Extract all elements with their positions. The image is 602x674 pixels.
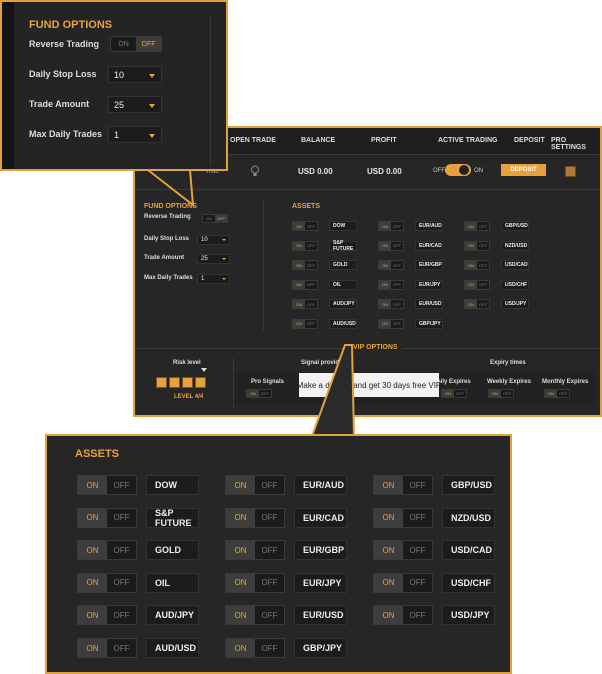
- asset-toggle-on: ON: [78, 606, 107, 625]
- chevron-down-icon: [149, 73, 155, 78]
- asset-toggle[interactable]: ON OFF: [373, 475, 433, 495]
- asset-toggle[interactable]: ON OFF: [225, 507, 285, 528]
- asset-name: EUR/GBP: [294, 540, 347, 561]
- asset-toggle-off: OFF: [113, 643, 130, 653]
- asset-toggle[interactable]: ON OFF: [225, 572, 285, 593]
- asset-toggle-off: OFF: [261, 513, 278, 523]
- asset-toggle[interactable]: ON OFF: [225, 638, 285, 658]
- reverse-trading-toggle[interactable]: ON OFF: [110, 36, 162, 52]
- asset-toggle-on: ON: [78, 541, 107, 560]
- asset-toggle-off: OFF: [409, 513, 426, 523]
- asset-toggle[interactable]: ON OFF: [225, 540, 285, 561]
- asset-toggle[interactable]: ON OFF: [77, 540, 137, 561]
- asset-name: DOW: [146, 475, 199, 495]
- asset-toggle-off: OFF: [261, 610, 278, 620]
- daily-stop-loss-select[interactable]: 10: [108, 66, 162, 83]
- asset-toggle[interactable]: ON OFF: [225, 605, 285, 626]
- asset-name: AUD/USD: [146, 638, 199, 658]
- asset-name: EUR/JPY: [294, 572, 347, 593]
- asset-toggle-on: ON: [374, 508, 403, 527]
- asset-toggle[interactable]: ON OFF: [373, 572, 433, 593]
- asset-toggle-on: ON: [226, 508, 255, 527]
- asset-toggle-on: ON: [374, 541, 403, 560]
- asset-toggle-on: ON: [374, 573, 403, 592]
- asset-toggle-off: OFF: [261, 578, 278, 588]
- asset-toggle-off: OFF: [113, 480, 130, 490]
- asset-toggle-off: OFF: [409, 480, 426, 490]
- asset-toggle[interactable]: ON OFF: [77, 638, 137, 658]
- asset-toggle-on: ON: [78, 639, 107, 657]
- asset-toggle-on: ON: [226, 639, 255, 657]
- max-daily-trades-value: 1: [114, 129, 120, 140]
- asset-toggle-on: ON: [78, 476, 107, 494]
- asset-name: GBP/USD: [442, 475, 495, 495]
- asset-name: GOLD: [146, 540, 199, 561]
- asset-toggle[interactable]: ON OFF: [225, 475, 285, 495]
- asset-toggle-off: OFF: [409, 578, 426, 588]
- asset-toggle-off: OFF: [261, 545, 278, 555]
- asset-name: EUR/USD: [294, 605, 347, 626]
- chevron-down-icon: [149, 133, 155, 138]
- asset-toggle-on: ON: [226, 541, 255, 560]
- asset-toggle-off: OFF: [113, 513, 130, 523]
- chevron-down-icon: [149, 103, 155, 108]
- fund-left-strip: [2, 2, 14, 169]
- asset-name: USD/CHF: [442, 572, 495, 593]
- fund-options-title: FUND OPTIONS: [29, 19, 113, 31]
- asset-toggle-off: OFF: [113, 578, 130, 588]
- asset-toggle[interactable]: ON OFF: [77, 605, 137, 626]
- assets-title: ASSETS: [75, 448, 120, 460]
- fund-divider: [210, 16, 211, 166]
- asset-toggle-on: ON: [78, 508, 107, 527]
- asset-toggle-on: ON: [226, 476, 255, 494]
- asset-name: USD/JPY: [442, 605, 495, 626]
- daily-stop-loss-value: 10: [114, 69, 125, 80]
- asset-toggle-on: ON: [374, 476, 403, 494]
- daily-stop-loss-label: Daily Stop Loss: [29, 69, 97, 79]
- max-daily-trades-select[interactable]: 1: [108, 126, 162, 143]
- asset-name: AUD/JPY: [146, 605, 199, 626]
- reverse-trading-off: OFF: [136, 37, 161, 51]
- fund-options-zoom: FUND OPTIONS Reverse Trading ON OFF Dail…: [0, 0, 228, 171]
- asset-name: OIL: [146, 572, 199, 593]
- asset-toggle-off: OFF: [409, 610, 426, 620]
- asset-name: GBP/JPY: [294, 638, 347, 658]
- asset-toggle[interactable]: ON OFF: [77, 475, 137, 495]
- asset-toggle[interactable]: ON OFF: [373, 540, 433, 561]
- asset-toggle-on: ON: [226, 573, 255, 592]
- asset-toggle-on: ON: [78, 573, 107, 592]
- trade-amount-label: Trade Amount: [29, 99, 90, 109]
- asset-toggle-off: OFF: [261, 643, 278, 653]
- asset-toggle[interactable]: ON OFF: [77, 507, 137, 528]
- asset-name: NZD/USD: [442, 507, 495, 528]
- asset-toggle[interactable]: ON OFF: [373, 605, 433, 626]
- asset-toggle-on: ON: [374, 606, 403, 625]
- asset-name: EUR/CAD: [294, 507, 347, 528]
- max-daily-trades-label: Max Daily Trades: [29, 129, 103, 139]
- asset-toggle[interactable]: ON OFF: [77, 572, 137, 593]
- asset-name: USD/CAD: [442, 540, 495, 561]
- asset-toggle-off: OFF: [409, 545, 426, 555]
- asset-toggle-on: ON: [226, 606, 255, 625]
- asset-toggle-off: OFF: [261, 480, 278, 490]
- asset-name: S&P FUTURE: [146, 507, 199, 528]
- reverse-trading-on: ON: [118, 40, 129, 48]
- asset-toggle[interactable]: ON OFF: [373, 507, 433, 528]
- asset-toggle-off: OFF: [113, 610, 130, 620]
- asset-name: EUR/AUD: [294, 475, 347, 495]
- asset-toggle-off: OFF: [113, 545, 130, 555]
- trade-amount-select[interactable]: 25: [108, 96, 162, 113]
- reverse-trading-label: Reverse Trading: [29, 39, 100, 49]
- assets-zoom: ASSETS ON OFF DOW ON OFF S&P FUTURE ON OFF GOLD O…: [45, 434, 512, 674]
- trade-amount-value: 25: [114, 99, 125, 110]
